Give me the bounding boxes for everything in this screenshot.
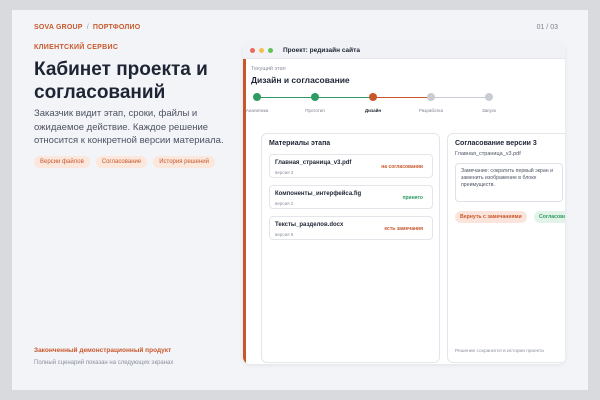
file-name: Главная_страница_v3.pdf <box>275 160 352 166</box>
app-window: Проект: редизайн сайта Текущий этап Диза… <box>243 42 565 364</box>
window-titlebar: Проект: редизайн сайта <box>243 42 565 59</box>
page-title: Кабинет проекта и согласований <box>34 59 208 103</box>
footer-subtitle: Полный сценарий показан на следующих экр… <box>34 360 174 366</box>
progress-connector <box>257 96 315 98</box>
progress-step-dot <box>253 93 261 101</box>
file-status: на согласовании <box>381 164 423 170</box>
progress-step-dot <box>485 93 493 101</box>
slide: SOVA GROUP / ПОРТФОЛИО 01 / 03 КЛИЕНТСКИЙ … <box>12 10 588 390</box>
accent-stripe <box>243 59 246 364</box>
minimize-dot-icon[interactable] <box>259 47 264 53</box>
maximize-dot-icon[interactable] <box>268 47 273 53</box>
file-item[interactable]: Главная_страница_v3.pdf версия 3 на согл… <box>269 154 433 178</box>
feature-tags: Версии файлов Согласование История решен… <box>34 156 215 168</box>
approve-button[interactable]: Согласовать <box>534 211 565 223</box>
file-version: версия 5 <box>275 232 294 237</box>
approval-panel: Согласование версии 3 Главная_страница_v… <box>447 133 565 363</box>
progress-connector <box>315 96 373 98</box>
window-title: Проект: редизайн сайта <box>283 46 360 54</box>
progress-step-label: Дизайн <box>364 108 382 113</box>
file-name: Компоненты_интерфейса.fig <box>275 191 362 197</box>
progress-step-label: Запуск <box>481 108 497 113</box>
brand-name: SOVA GROUP <box>34 24 83 31</box>
tag-approval: Согласование <box>95 156 148 168</box>
eyebrow-label: КЛИЕНТСКИЙ СЕРВИС <box>34 44 119 51</box>
tag-decision-history: История решений <box>153 156 215 168</box>
file-status: есть замечания <box>384 226 423 232</box>
breadcrumb-separator: / <box>86 24 89 31</box>
stage-label: Текущий этап <box>251 66 286 72</box>
page-counter: 01 / 03 <box>536 24 558 31</box>
stage-name: Дизайн и согласование <box>251 75 350 85</box>
file-name: Тексты_разделов.docx <box>275 222 344 228</box>
tag-file-versions: Версии файлов <box>34 156 90 168</box>
approval-file-name: Главная_страница_v3.pdf <box>455 151 521 157</box>
progress-connector <box>373 96 431 98</box>
file-item[interactable]: Тексты_разделов.docx версия 5 есть замеч… <box>269 216 433 240</box>
materials-title: Материалы этапа <box>269 140 331 147</box>
progress-step-dot <box>427 93 435 101</box>
comment-field[interactable]: Замечание: сократить первый экран и заме… <box>455 163 563 202</box>
progress-step-label: Прототип <box>305 108 325 113</box>
top-bar: SOVA GROUP / ПОРТФОЛИО 01 / 03 <box>34 24 558 31</box>
file-status: принято <box>402 195 423 201</box>
file-version: версия 2 <box>275 201 294 206</box>
stage-progress: Аналитика Прототип Дизайн Разработка Запуск <box>245 93 509 115</box>
reject-with-comments-button[interactable]: Вернуть с замечаниями <box>455 211 527 223</box>
progress-step-label: Аналитика <box>245 108 269 113</box>
progress-step-dot <box>369 93 377 101</box>
footer-title: Законченный демонстрационный продукт <box>34 347 172 354</box>
page-description: Заказчик видит этап, сроки, файлы и ожид… <box>34 108 224 146</box>
progress-connector <box>431 96 489 98</box>
progress-step-label: Разработка <box>419 108 443 113</box>
materials-panel: Материалы этапа Главная_страница_v3.pdf … <box>261 133 440 363</box>
close-dot-icon[interactable] <box>250 47 255 53</box>
progress-step-dot <box>311 93 319 101</box>
approval-title: Согласование версии 3 <box>455 140 537 147</box>
approval-note: Решение сохранится в истории проекта <box>455 349 544 354</box>
breadcrumb: SOVA GROUP / ПОРТФОЛИО <box>34 24 140 31</box>
file-item[interactable]: Компоненты_интерфейса.fig версия 2 приня… <box>269 185 433 209</box>
file-version: версия 3 <box>275 170 294 175</box>
section-name: ПОРТФОЛИО <box>92 24 141 31</box>
